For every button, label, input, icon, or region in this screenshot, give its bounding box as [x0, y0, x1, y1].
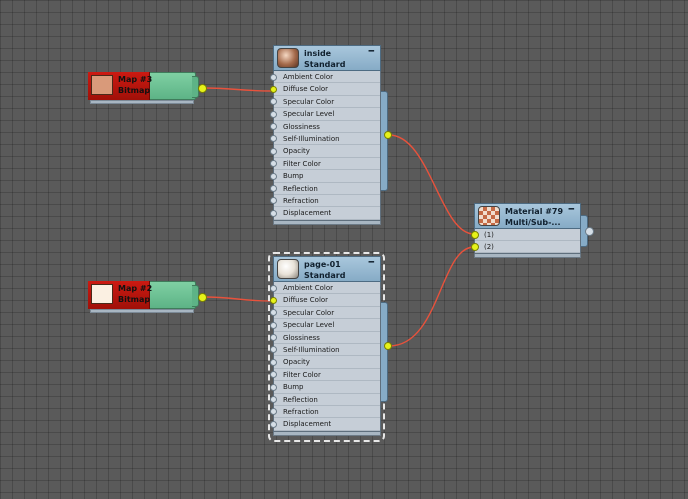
input-socket[interactable]: [270, 160, 277, 168]
input-socket[interactable]: [270, 334, 277, 342]
material-node-footer: [273, 431, 381, 436]
material-slot-list: Ambient Color Diffuse Color Specular Col…: [270, 71, 381, 221]
input-socket[interactable]: [270, 73, 277, 81]
sub-material-slot-1[interactable]: (1): [471, 229, 580, 241]
sphere-thumbnail-icon: [277, 259, 299, 279]
collapse-button[interactable]: ━: [369, 47, 374, 57]
input-socket[interactable]: [270, 147, 277, 155]
slot-reflection[interactable]: Reflection: [270, 394, 380, 406]
slot-bump[interactable]: Bump: [270, 381, 380, 394]
input-socket[interactable]: [270, 296, 277, 304]
slot-ambient-color[interactable]: Ambient Color: [270, 71, 380, 84]
input-socket[interactable]: [270, 396, 277, 404]
collapse-button[interactable]: ━: [569, 205, 574, 215]
output-socket[interactable]: [585, 227, 594, 236]
collapse-button[interactable]: ━: [369, 258, 374, 268]
input-socket[interactable]: [270, 346, 277, 354]
slot-specular-color[interactable]: Specular Color: [270, 96, 380, 109]
input-socket[interactable]: [471, 231, 479, 239]
input-socket[interactable]: [270, 197, 277, 205]
slot-bump[interactable]: Bump: [270, 170, 380, 183]
input-socket[interactable]: [270, 309, 277, 317]
input-socket[interactable]: [270, 284, 277, 292]
material-node-header[interactable]: Material #79 Multi/Sub-... ━: [474, 203, 581, 229]
slot-self-illumination[interactable]: Self-Illumination: [270, 133, 380, 146]
input-socket[interactable]: [270, 98, 277, 106]
input-socket[interactable]: [270, 371, 277, 379]
material-node-inside[interactable]: inside Standard ━ Ambient Color Diffuse …: [270, 45, 392, 225]
input-socket[interactable]: [270, 358, 277, 366]
bitmap-output-socket[interactable]: [198, 84, 207, 93]
input-socket[interactable]: [270, 383, 277, 391]
slot-reflection[interactable]: Reflection: [270, 183, 380, 195]
slot-filter-color[interactable]: Filter Color: [270, 369, 380, 382]
material-slot-list: Ambient Color Diffuse Color Specular Col…: [270, 282, 381, 432]
output-socket[interactable]: [384, 131, 392, 139]
checker-thumbnail-icon: [478, 206, 500, 226]
slot-opacity[interactable]: Opacity: [270, 356, 380, 369]
input-socket[interactable]: [270, 135, 277, 143]
input-socket[interactable]: [270, 85, 277, 93]
bitmap-title: Map #3 Bitmap: [118, 75, 153, 95]
slot-glossiness[interactable]: Glossiness: [270, 332, 380, 344]
input-socket[interactable]: [270, 420, 277, 428]
input-socket[interactable]: [270, 110, 277, 118]
material-node-multi-sub[interactable]: Material #79 Multi/Sub-... ━ (1) (2): [471, 203, 594, 258]
slot-displacement[interactable]: Displacement: [270, 418, 380, 431]
multi-slot-list: (1) (2): [471, 229, 581, 254]
bitmap-output-socket[interactable]: [198, 293, 207, 302]
input-socket[interactable]: [270, 185, 277, 193]
slot-specular-level[interactable]: Specular Level: [270, 108, 380, 121]
bitmap-title: Map #2 Bitmap: [118, 284, 153, 304]
material-node-footer: [474, 254, 581, 258]
material-node-header[interactable]: inside Standard ━: [273, 45, 381, 71]
slot-self-illumination[interactable]: Self-Illumination: [270, 344, 380, 357]
material-node-title: Material #79 Multi/Sub-...: [505, 207, 564, 227]
input-socket[interactable]: [270, 209, 277, 217]
slot-displacement[interactable]: Displacement: [270, 207, 380, 220]
slot-ambient-color[interactable]: Ambient Color: [270, 282, 380, 295]
slot-specular-color[interactable]: Specular Color: [270, 307, 380, 320]
output-tab: [381, 91, 388, 191]
bitmap-shelf: [90, 309, 194, 313]
slot-diffuse-color[interactable]: Diffuse Color: [270, 83, 380, 96]
slot-opacity[interactable]: Opacity: [270, 145, 380, 158]
bitmap-node-map2[interactable]: Map #2 Bitmap: [88, 281, 199, 313]
output-tab: [381, 302, 388, 402]
sub-material-slot-2[interactable]: (2): [471, 241, 580, 253]
input-socket[interactable]: [270, 172, 277, 180]
material-node-header[interactable]: page-01 Standard ━: [273, 256, 381, 282]
output-socket[interactable]: [384, 342, 392, 350]
input-socket[interactable]: [270, 321, 277, 329]
input-socket[interactable]: [471, 243, 479, 251]
bitmap-shelf: [90, 100, 194, 104]
slot-refraction[interactable]: Refraction: [270, 195, 380, 208]
material-node-footer: [273, 220, 381, 225]
material-node-title: page-01 Standard: [304, 260, 346, 280]
material-node-title: inside Standard: [304, 49, 346, 69]
slot-diffuse-color[interactable]: Diffuse Color: [270, 294, 380, 307]
bitmap-node-map3[interactable]: Map #3 Bitmap: [88, 72, 199, 104]
slot-specular-level[interactable]: Specular Level: [270, 319, 380, 332]
slot-filter-color[interactable]: Filter Color: [270, 158, 380, 171]
input-socket[interactable]: [270, 408, 277, 416]
material-node-page-01[interactable]: page-01 Standard ━ Ambient Color Diffuse…: [270, 256, 392, 436]
slot-glossiness[interactable]: Glossiness: [270, 121, 380, 133]
bitmap-thumbnail: [91, 75, 113, 95]
sphere-thumbnail-icon: [277, 48, 299, 68]
slot-refraction[interactable]: Refraction: [270, 406, 380, 419]
input-socket[interactable]: [270, 123, 277, 131]
bitmap-thumbnail: [91, 284, 113, 304]
